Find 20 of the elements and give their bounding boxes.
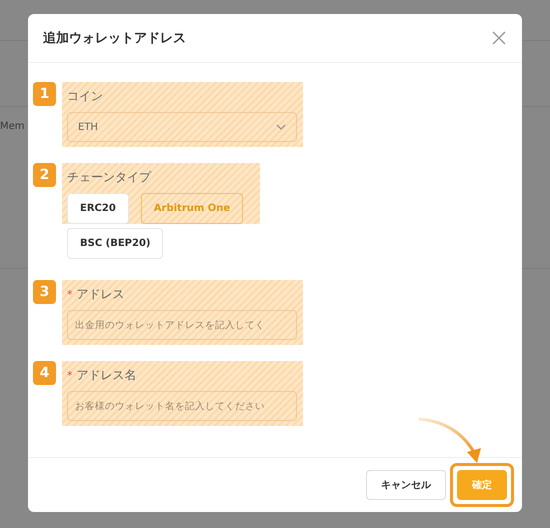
input-field[interactable]: 出金用のウォレットアドレスを記入してく [67,310,297,340]
step-number-badge: 3 [33,280,56,304]
dialog-title: 追加ウォレットアドレス [43,30,186,47]
field-label: コイン [67,88,103,104]
field-label: アドレス名 [76,366,136,384]
chain-option[interactable]: BSC (BEP20) [67,228,164,259]
required-mark: * [67,288,72,300]
step-number-badge: 4 [33,361,56,385]
chain-option[interactable]: ERC20 [67,193,129,224]
chevron-down-icon [276,124,286,130]
coin-select[interactable]: ETH [67,112,297,142]
field-label: チェーンタイプ [67,168,151,186]
memo-label: Mem [0,121,25,132]
cancel-button[interactable]: キャンセル [366,470,446,500]
field-label: アドレス [76,286,124,302]
required-mark: * [67,368,72,382]
input-field[interactable]: お客様のウォレット名を記入してください [67,391,297,421]
close-icon[interactable] [492,31,506,45]
step-number-badge: 2 [33,163,56,187]
step-number-badge: 1 [33,82,56,106]
